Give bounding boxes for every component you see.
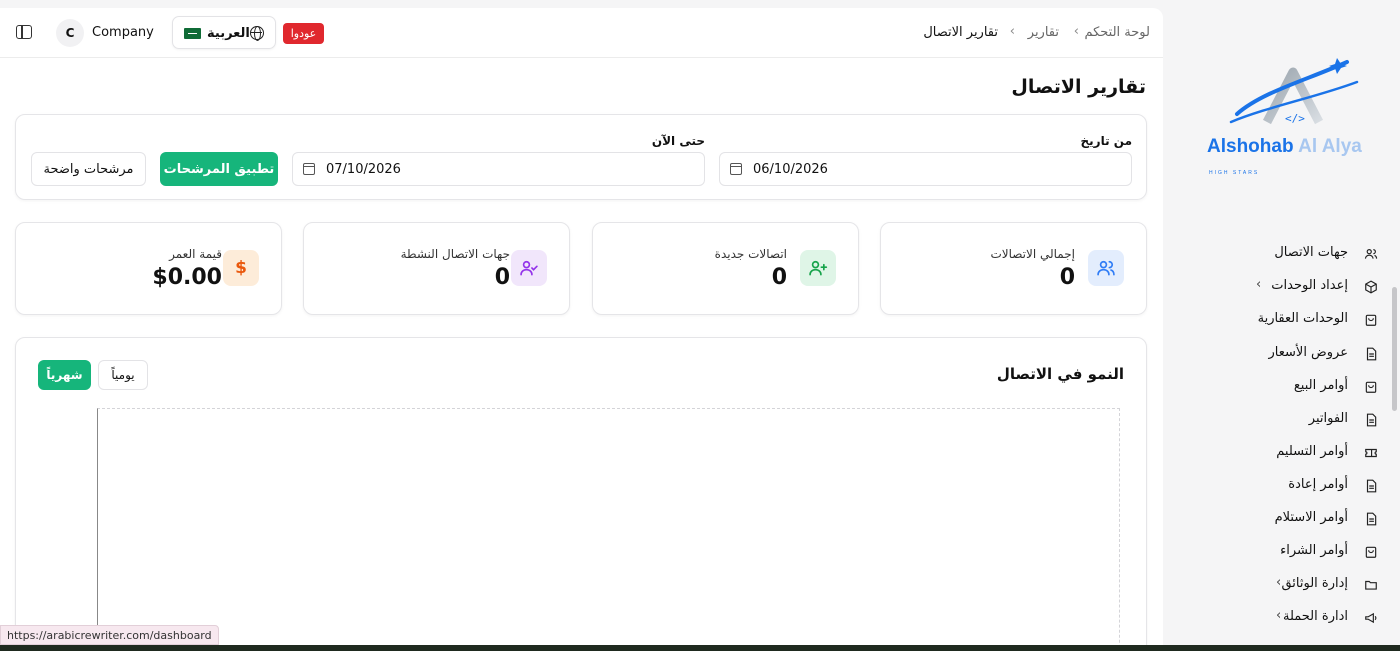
- sidebar-item-sales-orders[interactable]: أوامر البيع: [1178, 374, 1378, 400]
- stat-label: اتصالات جديدة: [714, 247, 787, 261]
- stat-label: جهات الاتصال النشطة: [400, 247, 510, 261]
- breadcrumb-reports-link[interactable]: تقارير: [1028, 25, 1059, 40]
- bag-icon: [1365, 546, 1377, 558]
- language-switcher-button[interactable]: العربية: [172, 16, 276, 49]
- sidebar-item-receipt-orders[interactable]: أوامر الاستلام: [1178, 506, 1378, 532]
- from-date-value: 06/10/2026: [753, 162, 828, 177]
- chevron-left-icon: ‹: [1276, 608, 1282, 623]
- sidebar-toggle-icon[interactable]: [16, 25, 32, 39]
- os-taskbar: [0, 645, 1400, 651]
- document-icon: [1366, 512, 1377, 526]
- sidebar-item-purchase-orders[interactable]: أوامر الشراء: [1178, 539, 1378, 565]
- language-label: العربية: [207, 26, 250, 41]
- sidebar-item-label: عروض الأسعار: [1268, 345, 1349, 360]
- user-check-icon: [511, 250, 547, 286]
- calendar-icon: [303, 163, 315, 175]
- company-avatar[interactable]: C: [56, 19, 84, 47]
- breadcrumb-current: تقارير الاتصال: [923, 25, 998, 40]
- megaphone-icon: [1365, 612, 1377, 624]
- breadcrumb-separator: ‹: [1073, 24, 1079, 39]
- calendar-icon: [730, 163, 742, 175]
- ticket-icon: [1365, 448, 1377, 458]
- breadcrumb-separator: ‹: [1009, 24, 1015, 39]
- document-icon: [1366, 479, 1377, 493]
- bag-icon: [1365, 381, 1377, 393]
- sidebar-item-label: ادارة الحملة: [1283, 609, 1348, 624]
- stat-card-total-contacts: إجمالي الاتصالات 0: [880, 222, 1147, 315]
- folder-icon: [1365, 580, 1377, 590]
- logo-wordmark: Alshohab Al Alya: [1207, 136, 1362, 157]
- bag-icon: [1365, 314, 1377, 326]
- sidebar-item-label: الفواتير: [1308, 411, 1348, 426]
- sidebar-item-label: الوحدات العقارية: [1257, 311, 1348, 326]
- user-plus-icon: [800, 250, 836, 286]
- from-date-label: من تاريخ: [1080, 134, 1132, 148]
- company-name[interactable]: Company: [92, 25, 154, 40]
- logo-tagline: HIGH STARS: [1209, 170, 1259, 176]
- sidebar-item-contacts[interactable]: جهات الاتصال: [1178, 241, 1378, 267]
- sidebar-item-label: أوامر إعادة: [1288, 477, 1348, 492]
- stat-card-lifetime-value: $ قيمة العمر $0.00: [15, 222, 282, 315]
- dollar-icon: $: [223, 250, 259, 286]
- stat-card-new-contacts: اتصالات جديدة 0: [592, 222, 859, 315]
- stat-value: 0: [494, 265, 510, 290]
- stat-value: $0.00: [152, 265, 222, 290]
- document-icon: [1366, 413, 1377, 427]
- filter-card: من تاريخ 06/10/2026 حتى الآن 07/10/2026 …: [15, 114, 1147, 200]
- top-bar: C Company العربية عودوا تقارير الاتصال ‹…: [0, 8, 1163, 58]
- sidebar-item-label: أوامر البيع: [1293, 378, 1348, 393]
- chart-title: النمو في الاتصال: [996, 365, 1124, 383]
- chevron-left-icon: ‹: [1256, 277, 1262, 292]
- from-date-input[interactable]: 06/10/2026: [719, 152, 1132, 186]
- to-date-label: حتى الآن: [651, 134, 705, 148]
- main-panel: C Company العربية عودوا تقارير الاتصال ‹…: [0, 8, 1163, 651]
- chart-plot-area: [97, 408, 1120, 651]
- sidebar-item-label: أوامر الشراء: [1280, 543, 1348, 558]
- clear-filters-button[interactable]: مرشحات واضحة: [31, 152, 146, 186]
- to-date-input[interactable]: 07/10/2026: [292, 152, 705, 186]
- saudi-flag-icon: [184, 28, 201, 39]
- apply-filters-button[interactable]: تطبيق المرشحات: [160, 152, 278, 186]
- page-title: تقارير الاتصال: [1011, 76, 1146, 98]
- status-bar-url: https://arabicrewriter.com/dashboard: [0, 625, 219, 645]
- globe-icon: [250, 26, 264, 41]
- sidebar-item-delivery-orders[interactable]: أوامر التسليم: [1178, 440, 1378, 466]
- daily-toggle-button[interactable]: يومياً: [98, 360, 148, 390]
- box-icon: [1365, 280, 1377, 294]
- contact-growth-chart-card: النمو في الاتصال يومياً شهرياً: [15, 337, 1147, 651]
- sidebar-item-invoices[interactable]: الفواتير: [1178, 407, 1378, 433]
- sidebar-item-return-orders[interactable]: أوامر إعادة: [1178, 473, 1378, 499]
- sidebar-item-quotes[interactable]: عروض الأسعار: [1178, 341, 1378, 367]
- breadcrumb-dashboard-link[interactable]: لوحة التحكم: [1084, 25, 1150, 40]
- to-date-value: 07/10/2026: [326, 162, 401, 177]
- company-logo[interactable]: </> Alshohab Al Alya HIGH STARS: [1207, 52, 1367, 178]
- sidebar-item-campaign-management[interactable]: ‹ ادارة الحملة: [1178, 605, 1378, 631]
- sidebar-item-label: جهات الاتصال: [1274, 245, 1348, 260]
- sidebar-scrollbar[interactable]: [1392, 287, 1397, 411]
- sidebar-item-label: إدارة الوثائق: [1281, 576, 1348, 591]
- promo-badge-label: عودوا: [290, 27, 317, 40]
- sidebar-item-label: أوامر الاستلام: [1274, 510, 1348, 525]
- users-icon: [1364, 249, 1378, 259]
- stat-label: قيمة العمر: [169, 247, 222, 261]
- users-icon: [1088, 250, 1124, 286]
- sidebar-item-real-estate-units[interactable]: الوحدات العقارية: [1178, 307, 1378, 333]
- document-icon: [1366, 347, 1377, 361]
- monthly-toggle-button[interactable]: شهرياً: [38, 360, 91, 390]
- stat-card-active-contacts: جهات الاتصال النشطة 0: [303, 222, 570, 315]
- svg-text:</>: </>: [1285, 112, 1305, 125]
- stat-value: 0: [771, 265, 787, 290]
- avatar-initial: C: [65, 26, 75, 40]
- sidebar-item-label: إعداد الوحدات: [1271, 278, 1348, 293]
- stat-label: إجمالي الاتصالات: [990, 247, 1075, 261]
- sidebar-item-document-management[interactable]: ‹ إدارة الوثائق: [1178, 572, 1378, 598]
- stat-value: 0: [1059, 265, 1075, 290]
- promo-badge[interactable]: عودوا: [283, 23, 324, 44]
- sidebar: </> Alshohab Al Alya HIGH STARS جهات الا…: [1163, 0, 1400, 651]
- chevron-left-icon: ‹: [1276, 575, 1282, 590]
- sidebar-item-label: أوامر التسليم: [1276, 444, 1348, 459]
- sidebar-item-units-setup[interactable]: ‹ إعداد الوحدات: [1178, 274, 1378, 300]
